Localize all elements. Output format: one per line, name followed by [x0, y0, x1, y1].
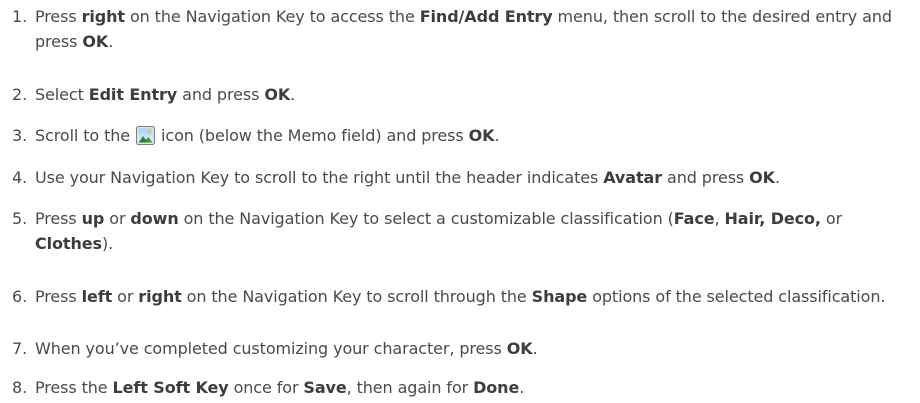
text-segment: or: [112, 287, 139, 306]
step-number: 8.: [12, 378, 28, 397]
text-segment: ,: [714, 209, 725, 228]
text-segment: Press: [35, 287, 82, 306]
emphasis-key-name: left: [81, 287, 113, 306]
text-segment: .: [108, 32, 114, 51]
text-segment: .: [532, 339, 538, 358]
text-segment: Use your Navigation Key to scroll to the…: [35, 168, 604, 187]
text-segment: When you’ve completed customizing your c…: [35, 339, 507, 358]
emphasis-key-name: right: [81, 7, 125, 26]
step-text: Select Edit Entry and press OK.: [35, 82, 916, 107]
step-number: 3.: [12, 126, 28, 145]
emphasis-menu-name: Edit Entry: [88, 85, 178, 104]
step-item-1: 1. Press right on the Navigation Key to …: [12, 4, 916, 54]
emphasis-key-name: right: [138, 287, 182, 306]
emphasis-option-name: Clothes: [35, 234, 102, 253]
step-number: 2.: [12, 85, 28, 104]
emphasis-option-name: Face: [673, 209, 715, 228]
step-item-2: 2. Select Edit Entry and press OK.: [12, 82, 916, 107]
text-segment: .: [494, 126, 500, 145]
text-segment: on the Navigation Key to scroll through …: [181, 287, 532, 306]
step-text: Scroll to the icon (below the Memo field…: [35, 123, 916, 148]
text-segment: options of the selected classification.: [587, 287, 886, 306]
picture-icon: [136, 126, 156, 145]
step-item-4: 4. Use your Navigation Key to scroll to …: [12, 165, 916, 190]
step-number: 1.: [12, 7, 28, 26]
emphasis-option-name: Shape: [531, 287, 588, 306]
emphasis-option-name: Save: [303, 378, 347, 397]
emphasis-key-name: down: [130, 209, 179, 228]
step-text: Press left or right on the Navigation Ke…: [35, 284, 916, 309]
text-segment: .: [519, 378, 525, 397]
step-item-6: 6. Press left or right on the Navigation…: [12, 284, 916, 309]
text-segment: , then again for: [346, 378, 474, 397]
emphasis-option-name: Done: [473, 378, 520, 397]
step-number: 6.: [12, 287, 28, 306]
text-segment: on the Navigation Key to access the: [124, 7, 420, 26]
text-segment: on the Navigation Key to select a custom…: [178, 209, 674, 228]
step-item-8: 8. Press the Left Soft Key once for Save…: [12, 375, 916, 400]
emphasis-key-name: Left Soft Key: [112, 378, 229, 397]
text-segment: or: [104, 209, 131, 228]
text-segment: or: [820, 209, 843, 228]
text-segment: Scroll to the: [35, 126, 136, 145]
step-text: Use your Navigation Key to scroll to the…: [35, 165, 916, 190]
emphasis-key-name: up: [81, 209, 105, 228]
step-item-5: 5. Press up or down on the Navigation Ke…: [12, 206, 916, 256]
emphasis-menu-name: Find/Add Entry: [419, 7, 553, 26]
step-number: 5.: [12, 209, 28, 228]
text-segment: Press: [35, 7, 82, 26]
text-segment: once for: [228, 378, 304, 397]
text-segment: .: [290, 85, 296, 104]
step-text: Press the Left Soft Key once for Save, t…: [35, 375, 916, 400]
text-segment: Select: [35, 85, 89, 104]
text-segment: Press the: [35, 378, 113, 397]
emphasis-key-name: OK: [468, 126, 495, 145]
text-segment: icon (below the Memo field) and press: [156, 126, 469, 145]
step-item-7: 7. When you’ve completed customizing you…: [12, 336, 916, 361]
step-number: 4.: [12, 168, 28, 187]
text-segment: and press: [177, 85, 265, 104]
emphasis-key-name: OK: [749, 168, 775, 187]
instruction-document: 1. Press right on the Navigation Key to …: [0, 0, 920, 403]
step-text: Press up or down on the Navigation Key t…: [35, 206, 916, 256]
step-number: 7.: [12, 339, 28, 358]
step-text: Press right on the Navigation Key to acc…: [35, 4, 916, 54]
emphasis-key-name: OK: [264, 85, 291, 104]
text-segment: and press: [662, 168, 750, 187]
text-segment: .: [774, 168, 780, 187]
step-text: When you’ve completed customizing your c…: [35, 336, 916, 361]
step-item-3: 3. Scroll to the icon (below the Memo fi…: [12, 123, 916, 148]
text-segment: Press: [35, 209, 82, 228]
text-segment: ).: [101, 234, 114, 253]
emphasis-option-name: Hair, Deco,: [724, 209, 821, 228]
emphasis-key-name: OK: [82, 32, 109, 51]
emphasis-header-name: Avatar: [603, 168, 662, 187]
emphasis-key-name: OK: [506, 339, 533, 358]
